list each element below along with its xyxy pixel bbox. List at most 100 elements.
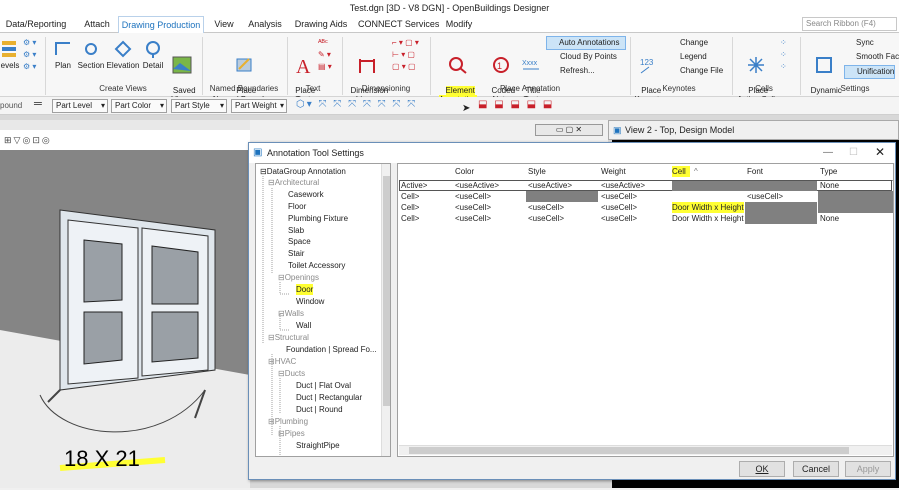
minimize-icon[interactable]: —	[823, 147, 833, 159]
view-tools-icons[interactable]: ⊞▽◎⊡◎	[4, 134, 52, 146]
column-header-weight[interactable]: Weight	[601, 166, 626, 177]
tree-item[interactable]: Slab	[288, 225, 304, 236]
tab-data-reporting[interactable]: Data/Reporting	[0, 16, 72, 33]
manipulate-tools-icons[interactable]: ⬓ ⬓ ⬓ ⬓ ⬓	[478, 99, 554, 111]
tree-toggle-icon[interactable]: ⊟	[268, 417, 275, 426]
table-cell[interactable]: <useCell>	[601, 213, 637, 224]
tab-modify[interactable]: Modify	[442, 16, 476, 33]
table-cell[interactable]: None	[820, 213, 839, 224]
table-cell[interactable]: <useCell>	[601, 191, 637, 202]
tree-item[interactable]: Plumbing Fixture	[288, 213, 348, 224]
tree-item[interactable]: ⊟Openings	[278, 272, 319, 283]
table-cell[interactable]: Door Width x Height	[672, 213, 744, 224]
table-cell[interactable]: <useCell>	[455, 213, 491, 224]
tree-item[interactable]: Stair	[288, 248, 304, 259]
column-header-cell[interactable]: Cell	[672, 166, 690, 177]
table-cell[interactable]: <useCell>	[455, 202, 491, 213]
tree-item[interactable]: Floor	[288, 201, 306, 212]
tree-item[interactable]: Foundation | Spread Fo...	[286, 344, 377, 355]
tree-scrollbar-thumb[interactable]	[383, 176, 390, 406]
smooth-face-button[interactable]: Smooth Fac	[844, 51, 899, 63]
column-header-style[interactable]: Style	[528, 166, 546, 177]
tree-item[interactable]: Window	[296, 296, 324, 307]
tree-item[interactable]: StraightPipe	[296, 440, 340, 451]
table-cell[interactable]: <useCell>	[747, 191, 783, 202]
tree-toggle-icon[interactable]: ⊟	[278, 369, 285, 378]
grid-horizontal-scrollbar[interactable]	[399, 445, 892, 455]
tree-item[interactable]: ⊟Ducts	[278, 368, 305, 379]
table-cell[interactable]: <useCell>	[455, 191, 491, 202]
tree-toggle-icon[interactable]: ⊟	[268, 333, 275, 342]
text-tools-icons[interactable]: ᴬᴮᶜ ✎ ▾ ▤ ▾	[318, 37, 332, 73]
tree-item-door-selected[interactable]: Door	[296, 284, 314, 295]
tree-item[interactable]: Duct | Round	[296, 404, 343, 415]
elevation-button[interactable]: Elevation	[106, 39, 140, 70]
search-ribbon-input[interactable]: Search Ribbon (F4)	[802, 17, 897, 31]
table-cell[interactable]: <useCell>	[528, 213, 564, 224]
table-cell[interactable]: <useActive>	[455, 180, 499, 191]
maximize-icon[interactable]: ☐	[849, 147, 858, 159]
window-controls-icons[interactable]: ▭ ▢ ✕	[535, 124, 603, 136]
cell-tools-icons[interactable]: ⁘ ⁘ ⁘	[780, 37, 787, 73]
part-weight-select[interactable]: Part Weight	[231, 99, 287, 113]
tree-item[interactable]: ⊟Structural	[268, 332, 309, 343]
line-weight-icon[interactable]: ═	[34, 98, 42, 110]
ok-button[interactable]: OK	[739, 461, 785, 477]
cancel-button[interactable]: Cancel	[793, 461, 839, 477]
section-button[interactable]: Section	[76, 39, 106, 70]
table-cell[interactable]: <useCell>	[528, 202, 564, 213]
tree-item[interactable]: ⊟HVAC	[268, 356, 296, 367]
tree-toggle-icon[interactable]: ⊟	[278, 429, 285, 438]
annotation-settings-grid[interactable]: Color Style Weight Cell ^ Font Type Acti…	[397, 163, 894, 457]
part-color-select[interactable]: Part Color	[111, 99, 167, 113]
legend-button[interactable]: Legend	[668, 51, 707, 63]
tree-item[interactable]: Duct | Flat Oval	[296, 380, 351, 391]
change-file-button[interactable]: Change File	[668, 65, 723, 77]
column-header-color[interactable]: Color	[455, 166, 474, 177]
refresh-button[interactable]: Refresh...	[546, 65, 595, 77]
table-cell[interactable]: Door Width x Height	[672, 202, 744, 213]
table-cell[interactable]: None	[820, 180, 839, 191]
tree-item[interactable]: Wall	[296, 320, 311, 331]
tab-attach[interactable]: Attach	[80, 16, 114, 33]
tree-scrollbar[interactable]	[381, 164, 390, 456]
unification-button[interactable]: Unification	[844, 65, 896, 79]
tree-toggle-icon[interactable]: ⊟	[260, 167, 267, 176]
tree-item[interactable]: ⊟Pipes	[278, 428, 305, 439]
tree-item[interactable]: ⊟Architectural	[268, 177, 319, 188]
change-button[interactable]: Change	[668, 37, 708, 49]
tree-toggle-icon[interactable]: ⊟	[278, 273, 285, 282]
levels-button[interactable]: evels	[0, 39, 20, 70]
sync-button[interactable]: Sync	[844, 37, 874, 49]
tree-item[interactable]: Casework	[288, 189, 324, 200]
tree-toggle-icon[interactable]: ⊟	[268, 357, 275, 366]
close-icon[interactable]: ✕	[875, 146, 885, 158]
table-cell[interactable]: <useActive>	[601, 180, 645, 191]
tab-drawing-aids[interactable]: Drawing Aids	[292, 16, 350, 33]
tree-item[interactable]: Space	[288, 236, 311, 247]
level-tools-icons[interactable]: ⚙ ▾ ⚙ ▾ ⚙ ▾	[23, 37, 36, 73]
detail-button[interactable]: Detail	[140, 39, 166, 70]
tree-toggle-icon[interactable]: ⊟	[268, 178, 275, 187]
tree-item[interactable]: Toilet Accessory	[288, 260, 345, 271]
tab-view[interactable]: View	[210, 16, 238, 33]
grid-scrollbar-thumb[interactable]	[409, 447, 849, 454]
tree-item[interactable]: ⊟DataGroup Annotation	[260, 166, 346, 177]
plan-button[interactable]: Plan	[50, 39, 76, 70]
dimension-tools-icons[interactable]: ⌐ ▾ ▢ ▾ ⊢ ▾ ▢ ▢ ▾ ▢	[392, 37, 419, 73]
tree-item[interactable]: ⊟Plumbing	[268, 416, 308, 427]
cloud-by-points-button[interactable]: Cloud By Points	[546, 51, 617, 63]
tree-item[interactable]: Duct | Rectangular	[296, 392, 362, 403]
tree-item[interactable]: ⊟Walls	[278, 308, 304, 319]
tab-analysis[interactable]: Analysis	[244, 16, 286, 33]
datagroup-tree[interactable]: ⊟DataGroup Annotation ⊟Architectural Cas…	[255, 163, 391, 457]
part-style-select[interactable]: Part Style	[171, 99, 227, 113]
auto-annotations-button[interactable]: Auto Annotations	[546, 36, 626, 50]
column-header-type[interactable]: Type	[820, 166, 837, 177]
part-level-select[interactable]: Part Level	[52, 99, 108, 113]
apply-button[interactable]: Apply	[845, 461, 891, 477]
tab-drawing-production[interactable]: Drawing Production	[118, 16, 204, 33]
column-header-font[interactable]: Font	[747, 166, 763, 177]
tab-connect-services[interactable]: CONNECT Services	[358, 16, 439, 33]
table-cell[interactable]: <useActive>	[528, 180, 572, 191]
